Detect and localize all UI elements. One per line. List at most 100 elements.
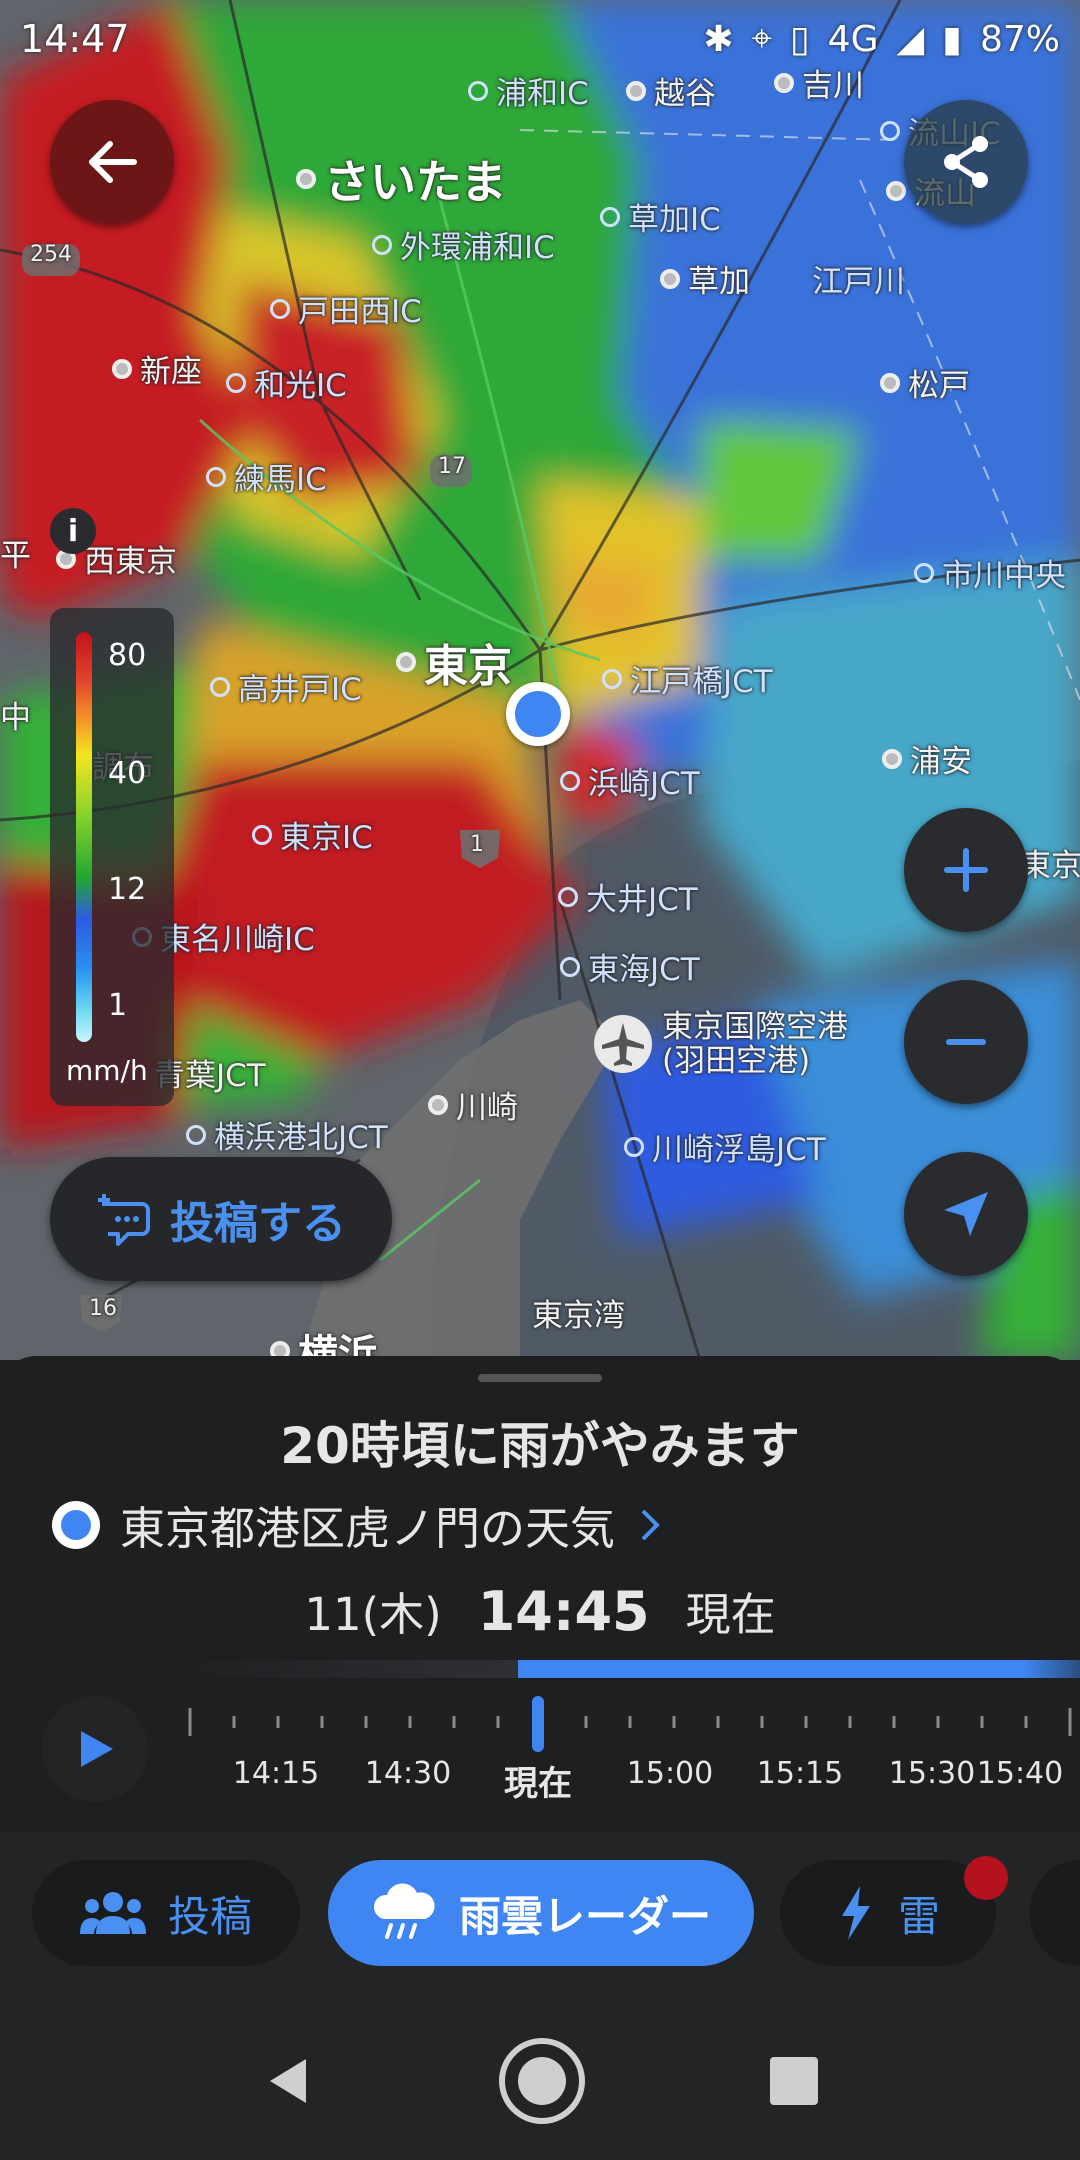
legend-tick: 1 — [108, 988, 128, 1023]
lightning-icon — [841, 1886, 870, 1940]
map-label: 東京湾 — [532, 1298, 625, 1334]
timeline-label-now: 現在 — [504, 1764, 572, 1804]
map-label: 江戸橋JCT — [602, 656, 773, 701]
current-date: 11(木) — [304, 1588, 442, 1641]
signal-icon: ◢ — [896, 18, 925, 60]
route-1-label: 1 — [470, 832, 484, 857]
legend-tick: 80 — [108, 638, 147, 673]
my-location-button[interactable] — [904, 1152, 1028, 1276]
map-label: 市川中央 — [914, 550, 1066, 595]
timeline-label: 15:30 — [888, 1756, 976, 1791]
system-back-icon[interactable] — [260, 2053, 316, 2109]
map-label: 外環浦和IC — [372, 222, 555, 267]
system-recents-icon[interactable] — [768, 2055, 820, 2107]
map-label: 横浜港北JCT — [186, 1112, 388, 1157]
legend-tick: 12 — [108, 872, 147, 907]
map-label: 浦安 — [882, 736, 972, 781]
map-label: 和光IC — [226, 360, 347, 405]
map-label: 大井JCT — [558, 874, 698, 919]
share-icon — [944, 136, 988, 188]
map-label: 東海JCT — [560, 944, 700, 989]
people-icon — [79, 1892, 146, 1934]
map-label: さいたま — [296, 146, 507, 212]
time-slider[interactable]: 14:15 14:30 現在 15:00 15:15 15:30 15:40 — [0, 1656, 1080, 1826]
tab-overflow-edge — [1030, 1860, 1080, 1966]
info-icon: i — [67, 513, 79, 549]
map-label: 平 — [0, 538, 31, 574]
map-label: 新座 — [112, 346, 202, 391]
timeline-label: 15:40 — [976, 1756, 1064, 1791]
tab-rain-radar[interactable]: 雨雲レーダー — [328, 1860, 754, 1966]
map-label: 草加 — [660, 256, 750, 301]
play-button[interactable] — [42, 1696, 148, 1802]
location-dot-icon — [52, 1500, 100, 1549]
status-time: 14:47 — [20, 17, 130, 61]
tab-lightning-label: 雷 — [897, 1891, 940, 1941]
map-label: 東京 — [1020, 848, 1080, 884]
weather-bottom-sheet[interactable]: 20時頃に雨がやみます 東京都港区虎ノ門の天気 11(木) 14:45 現在 1… — [0, 1356, 1080, 1832]
route-16-label: 16 — [89, 1296, 117, 1321]
legend-color-bar — [76, 632, 92, 1042]
post-button-label: 投稿する — [170, 1198, 346, 1249]
share-button[interactable] — [904, 100, 1028, 224]
legend-unit: mm/h — [66, 1054, 148, 1087]
play-icon — [81, 1731, 113, 1767]
timeline-label: 15:15 — [756, 1756, 844, 1791]
post-report-button[interactable]: 投稿する — [50, 1157, 392, 1281]
map-label: 中 — [0, 700, 31, 736]
current-time: 14:45 — [477, 1580, 650, 1643]
map-label: 松戸 — [880, 360, 970, 405]
current-location-marker — [506, 682, 570, 746]
timeline-label: 15:00 — [626, 1756, 714, 1791]
location-name: 東京都港区虎ノ門の天気 — [120, 1502, 616, 1555]
legend-tick: 40 — [108, 756, 147, 791]
map-label: 江戸川 — [812, 264, 905, 300]
notification-badge — [964, 1856, 1008, 1900]
map-label-haneda: 東京国際空港 (羽田空港) — [592, 1010, 848, 1078]
legend-info-button[interactable]: i — [50, 508, 96, 554]
battery-level: 87% — [979, 18, 1060, 60]
map-label: 浜崎JCT — [560, 758, 700, 803]
map-label: 川崎浮島JCT — [624, 1124, 826, 1169]
status-bar: 14:47 ✱ ⌖ ▯ 4G ◢ ▮ 87% — [0, 0, 1080, 78]
zoom-out-button[interactable] — [904, 980, 1028, 1104]
map-label: 横浜 — [270, 1322, 378, 1360]
zoom-in-button[interactable] — [904, 808, 1028, 932]
location-weather-link[interactable]: 東京都港区虎ノ門の天気 — [52, 1492, 665, 1557]
rain-cloud-icon — [373, 1883, 435, 1939]
now-label: 現在 — [685, 1588, 776, 1641]
tab-posts[interactable]: 投稿 — [32, 1860, 300, 1966]
feature-tabs: 投稿 雨雲レーダー 雷 — [0, 1832, 1080, 2002]
battery-icon: ▮ — [942, 18, 962, 60]
system-home-icon[interactable] — [497, 2036, 587, 2126]
map-label: 草加IC — [600, 194, 721, 239]
post-comment-icon — [98, 1194, 150, 1246]
route-17-label: 17 — [438, 454, 466, 479]
back-button[interactable] — [50, 100, 174, 224]
timeline-label: 14:15 — [232, 1756, 320, 1791]
network-type: 4G — [827, 18, 879, 60]
airport-icon — [594, 1015, 652, 1074]
map-label: 川崎 — [428, 1082, 518, 1127]
tab-posts-label: 投稿 — [167, 1891, 252, 1941]
map-label: 東京IC — [252, 812, 373, 857]
precipitation-legend: 80 40 12 1 mm/h — [50, 608, 174, 1106]
bluetooth-icon: ✱ — [703, 18, 734, 60]
timeline-label: 14:30 — [364, 1756, 452, 1791]
tab-rain-radar-label: 雨雲レーダー — [458, 1891, 711, 1941]
chevron-right-icon — [641, 1509, 660, 1540]
sheet-drag-handle[interactable] — [478, 1374, 602, 1382]
map-label: 高井戸IC — [210, 664, 362, 709]
time-display: 11(木) 14:45 現在 — [0, 1578, 1080, 1643]
map-label: 練馬IC — [206, 454, 327, 499]
system-navigation-bar — [0, 2002, 1080, 2160]
navigation-arrow-icon — [944, 1192, 988, 1236]
vibrate-icon: ▯ — [789, 18, 810, 60]
location-pin-icon: ⌖ — [751, 18, 772, 59]
map-label-tokyo: 東京 — [396, 630, 512, 694]
map-label: 戸田西IC — [270, 286, 422, 331]
rain-forecast-headline: 20時頃に雨がやみます — [280, 1417, 800, 1475]
arrow-left-icon — [89, 141, 137, 183]
plus-icon — [944, 848, 988, 892]
minus-icon — [946, 1039, 986, 1045]
